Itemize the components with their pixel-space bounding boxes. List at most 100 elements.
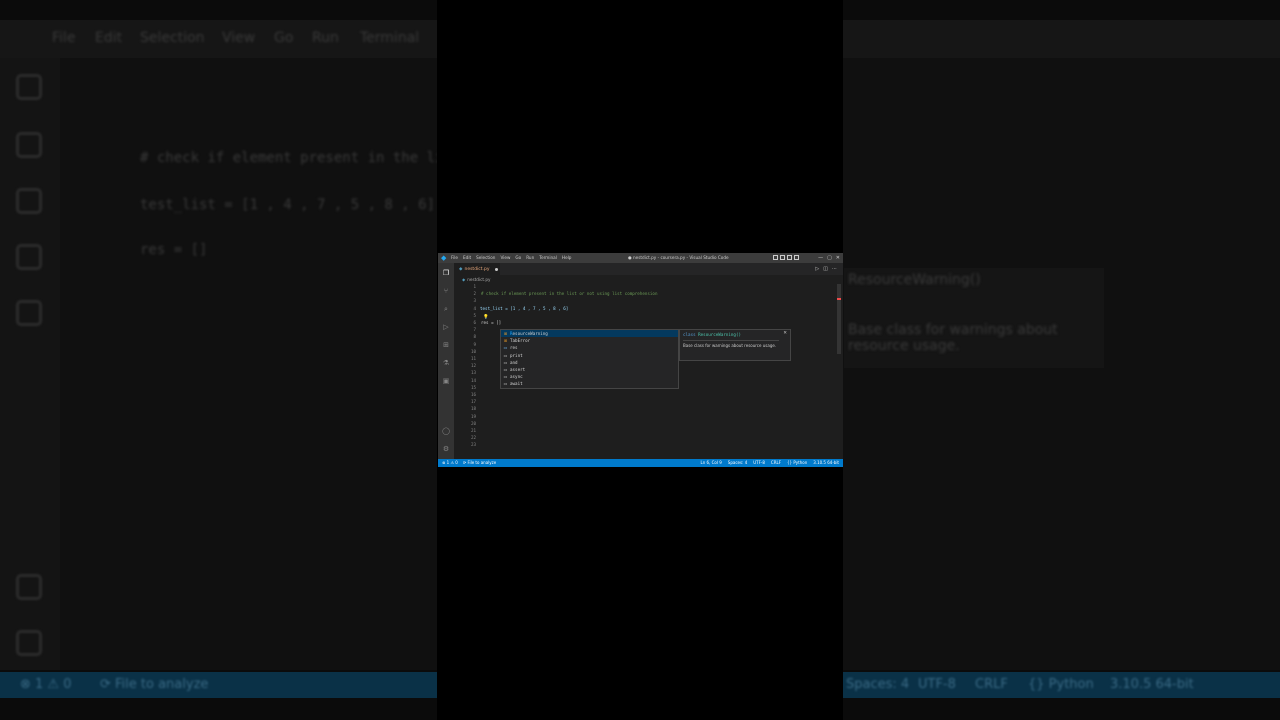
python-file-icon: ◆ <box>459 266 463 272</box>
customize-layout-icon[interactable] <box>794 255 799 260</box>
code-line-test-list[interactable]: test_list = [1 , 4 , 7 , 5 , 8 , 6] <box>480 306 568 311</box>
status-language[interactable]: {} Python <box>787 459 807 467</box>
suggestion-item[interactable]: ▭ print <box>501 352 678 359</box>
minimize-button[interactable]: — <box>818 253 823 263</box>
line-number: 19 <box>470 413 476 419</box>
split-editor-icon[interactable]: ◫ <box>823 266 828 272</box>
close-icon[interactable]: ✕ <box>783 331 787 336</box>
line-number: 2 <box>473 291 476 297</box>
code-line-res[interactable]: res = [] <box>481 320 501 325</box>
status-interpreter[interactable]: 3.10.5 64-bit <box>813 459 839 467</box>
class-icon: ⊞ <box>503 338 508 344</box>
testing-icon[interactable]: ⚗ <box>442 359 450 367</box>
suggestion-label: TabError <box>510 338 531 344</box>
line-number: 12 <box>470 363 476 369</box>
suggestion-item[interactable]: ▭ await <box>501 380 678 387</box>
suggestion-label: print <box>510 352 523 358</box>
menu-terminal[interactable]: Terminal <box>539 253 557 263</box>
breadcrumb-python-icon: ◆ <box>462 277 466 282</box>
line-number: 3 <box>473 298 476 304</box>
line-number: 9 <box>473 341 476 347</box>
bg-docs-name: ResourceWarning() <box>848 272 981 288</box>
unsaved-dot-icon[interactable] <box>494 267 498 271</box>
bg-menu-go: Go <box>274 30 294 46</box>
line-number: 21 <box>470 428 476 433</box>
search-icon[interactable]: ⌕ <box>442 305 450 313</box>
code-line-comment[interactable]: # check if element present in the list o… <box>481 291 657 296</box>
suggestion-item[interactable]: ▭ assert <box>501 366 678 373</box>
menu-go[interactable]: Go <box>515 253 521 263</box>
tab-nestdict[interactable]: ◆ nestdict.py <box>454 263 500 275</box>
suggestion-item[interactable]: ▭ break <box>501 388 678 389</box>
vscode-window: ◆ File Edit Selection View Go Run Termin… <box>438 253 843 467</box>
run-file-icon[interactable]: ▷ <box>815 266 819 272</box>
lightbulb-icon[interactable]: 💡 <box>483 315 489 320</box>
line-number: 18 <box>470 406 476 412</box>
bg-source-control-icon <box>16 132 42 158</box>
more-actions-icon[interactable]: ⋯ <box>832 266 837 272</box>
window-controls: — ▢ ✕ <box>818 253 840 263</box>
account-icon[interactable]: ◯ <box>442 427 450 435</box>
bg-status-analyze: ⟳ File to analyze <box>100 677 209 692</box>
menu-bar: File Edit Selection View Go Run Terminal… <box>451 253 571 263</box>
menu-view[interactable]: View <box>500 253 510 263</box>
status-problems[interactable]: ⊗ 1 ⚠ 0 <box>442 459 458 467</box>
line-number: 11 <box>470 356 476 361</box>
menu-edit[interactable]: Edit <box>463 253 471 263</box>
editor-actions: ▷ ◫ ⋯ <box>815 266 837 272</box>
bg-status-eol: CRLF <box>975 677 1008 692</box>
status-encoding[interactable]: UTF-8 <box>753 459 765 467</box>
suggestion-label: res <box>510 345 518 351</box>
bg-docs-text: Base class for warnings about resource u… <box>848 322 1058 354</box>
status-indentation[interactable]: Spaces: 4 <box>728 459 747 467</box>
suggestion-item[interactable]: ▭ and <box>501 359 678 366</box>
suggestion-rest: esourceWarning <box>512 331 548 337</box>
breadcrumb-file[interactable]: nestdict.py <box>467 277 490 282</box>
layout-controls <box>773 255 799 260</box>
toggle-sidebar-icon[interactable] <box>773 255 778 260</box>
line-number: 20 <box>470 420 476 426</box>
explorer-icon[interactable]: ❐ <box>442 269 450 277</box>
toggle-secondary-sidebar-icon[interactable] <box>787 255 792 260</box>
overview-ruler-error-marker <box>837 298 841 300</box>
source-control-icon[interactable]: ⑂ <box>442 287 450 295</box>
suggestion-item[interactable]: ▭ res <box>501 344 678 351</box>
toggle-panel-icon[interactable] <box>780 255 785 260</box>
bg-activity-bar <box>0 58 60 670</box>
line-number: 17 <box>470 399 476 405</box>
bg-menu-file: File <box>52 30 76 46</box>
menu-run[interactable]: Run <box>526 253 534 263</box>
gear-icon[interactable]: ⚙ <box>442 445 450 453</box>
line-number: 5 <box>473 312 476 318</box>
status-bar: ⊗ 1 ⚠ 0 ⟳ File to analyze Ln 6, Col 9 Sp… <box>438 459 843 467</box>
editor-scrollbar[interactable] <box>837 284 841 354</box>
line-number: 4 <box>473 305 476 311</box>
suggestion-item[interactable]: ▭ async <box>501 373 678 380</box>
keyword-icon: ▭ <box>503 367 508 373</box>
status-analyze[interactable]: ⟳ File to analyze <box>463 459 496 467</box>
menu-selection[interactable]: Selection <box>476 253 495 263</box>
status-cursor-position[interactable]: Ln 6, Col 9 <box>701 459 722 467</box>
bg-gear-icon <box>16 630 42 656</box>
keyword-icon: ▭ <box>503 359 508 365</box>
extensions-icon[interactable]: ⊞ <box>442 341 450 349</box>
vscode-logo-icon: ◆ <box>441 253 447 262</box>
menu-help[interactable]: Help <box>562 253 572 263</box>
status-eol[interactable]: CRLF <box>771 459 781 467</box>
variable-icon: ▭ <box>503 345 508 351</box>
maximize-button[interactable]: ▢ <box>827 253 832 263</box>
bg-code-res: res = [] <box>140 242 208 258</box>
remote-icon[interactable]: ▣ <box>442 377 450 385</box>
bg-debug-icon <box>16 244 42 270</box>
close-button[interactable]: ✕ <box>836 253 840 263</box>
menu-file[interactable]: File <box>451 253 458 263</box>
bg-menu-terminal: Terminal <box>360 30 420 46</box>
line-number: 8 <box>473 334 476 340</box>
suggestion-label: and <box>510 359 518 365</box>
details-signature: class ResourceWarning() <box>683 332 741 337</box>
run-debug-icon[interactable]: ▷ <box>442 323 450 331</box>
title-bar: ◆ File Edit Selection View Go Run Termin… <box>438 253 843 263</box>
suggestion-item[interactable]: ⊞ TabError <box>501 337 678 344</box>
suggestion-item[interactable]: ⊞ ResourceWarning <box>501 330 678 338</box>
bg-status-language: {} Python <box>1028 677 1094 692</box>
